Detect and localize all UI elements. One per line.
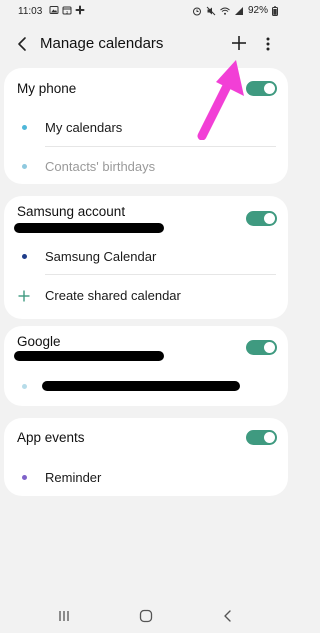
status-time: 11:03 bbox=[18, 6, 43, 17]
toggle-knob bbox=[264, 432, 275, 443]
system-nav-bar bbox=[0, 598, 292, 633]
redacted-account bbox=[14, 223, 164, 233]
section-title: Google bbox=[17, 334, 61, 349]
back-arrow-icon[interactable] bbox=[12, 32, 32, 56]
section-google: Google bbox=[4, 326, 288, 406]
redacted-calendar-name bbox=[42, 381, 240, 391]
divider bbox=[45, 274, 276, 275]
section-app-events: App events Reminder bbox=[4, 418, 288, 496]
app-header: Manage calendars bbox=[0, 26, 292, 62]
redacted-account bbox=[14, 351, 164, 361]
toggle-knob bbox=[264, 213, 275, 224]
mute-icon bbox=[206, 6, 216, 15]
create-shared-calendar-button[interactable]: Create shared calendar bbox=[45, 288, 181, 303]
list-item-reminder[interactable]: Reminder bbox=[45, 470, 101, 485]
page-title: Manage calendars bbox=[40, 35, 164, 52]
section-title: Samsung account bbox=[17, 204, 126, 219]
back-nav-icon[interactable] bbox=[219, 608, 237, 624]
calendar-color-dot bbox=[22, 164, 27, 169]
slack-icon bbox=[75, 5, 85, 15]
calendar-color-dot bbox=[22, 125, 27, 130]
status-bar: 11:03 3 92% bbox=[0, 0, 292, 24]
toggle-knob bbox=[264, 342, 275, 353]
list-item-samsung-calendar[interactable]: Samsung Calendar bbox=[45, 249, 156, 264]
plus-icon bbox=[18, 290, 30, 302]
photo-icon bbox=[49, 6, 59, 14]
app-events-toggle[interactable] bbox=[246, 430, 277, 445]
toggle-knob bbox=[264, 83, 275, 94]
divider bbox=[45, 146, 276, 147]
google-toggle[interactable] bbox=[246, 340, 277, 355]
signal-icon bbox=[234, 6, 243, 15]
battery-icon bbox=[272, 5, 278, 16]
calendar-color-dot bbox=[22, 384, 27, 389]
section-title: My phone bbox=[17, 81, 77, 96]
calendar-icon: 3 bbox=[62, 6, 72, 15]
annotation-arrow-icon bbox=[197, 60, 244, 140]
list-item-contacts-birthdays[interactable]: Contacts' birthdays bbox=[45, 159, 155, 174]
home-icon[interactable] bbox=[137, 608, 155, 624]
battery-percentage: 92% bbox=[247, 5, 268, 16]
wifi-icon bbox=[220, 7, 230, 15]
alarm-icon bbox=[192, 7, 201, 15]
recent-apps-icon[interactable] bbox=[55, 608, 73, 624]
calendar-color-dot bbox=[22, 475, 27, 480]
section-title: App events bbox=[17, 430, 85, 445]
samsung-account-toggle[interactable] bbox=[246, 211, 277, 226]
calendar-color-dot bbox=[22, 254, 27, 259]
list-item-my-calendars[interactable]: My calendars bbox=[45, 120, 122, 135]
section-samsung-account: Samsung account Samsung Calendar Create … bbox=[4, 196, 288, 319]
more-options-icon[interactable] bbox=[261, 32, 275, 56]
my-phone-toggle[interactable] bbox=[246, 81, 277, 96]
